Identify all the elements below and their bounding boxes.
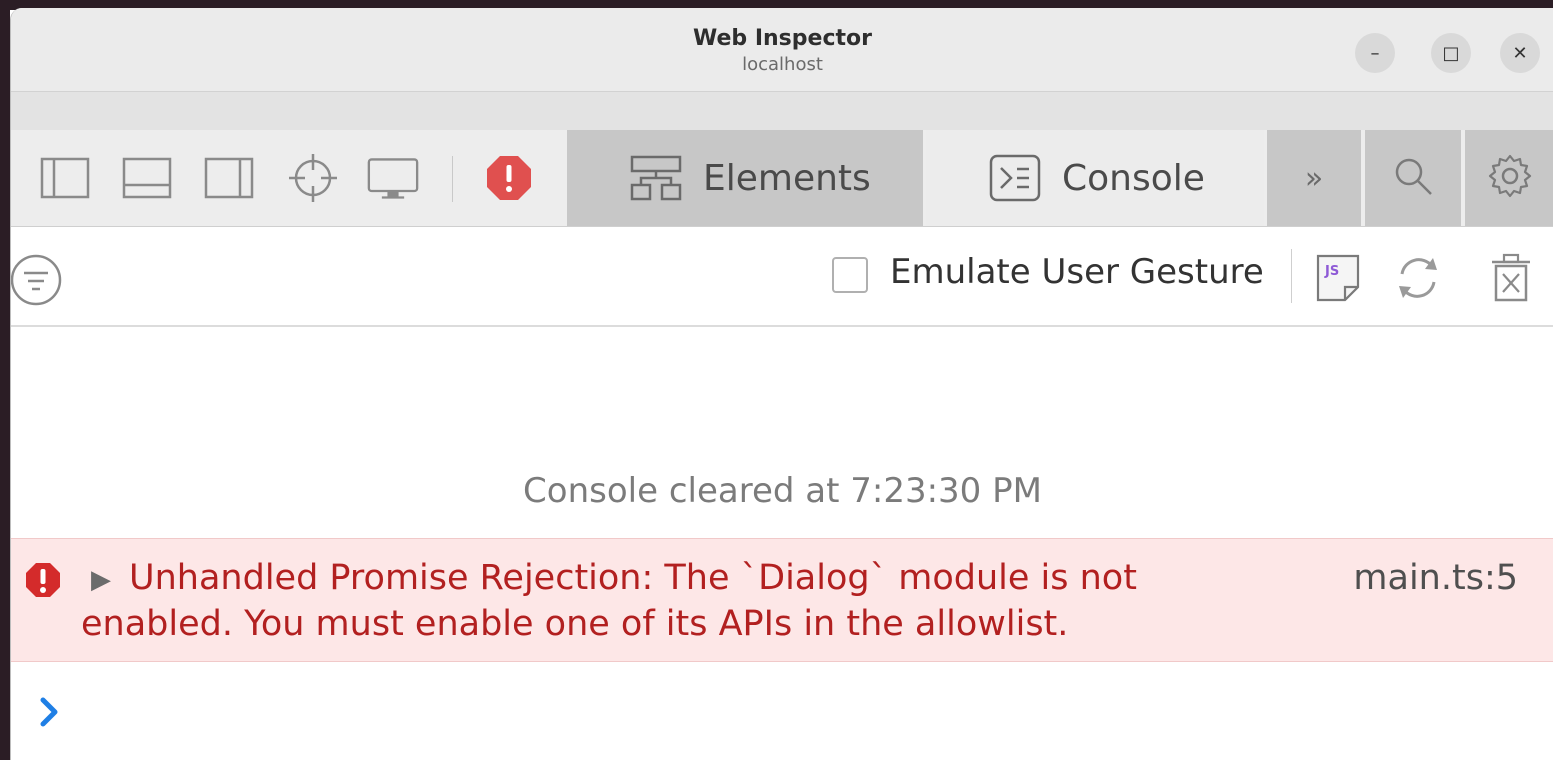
window-subtitle: localhost (742, 54, 823, 75)
tab-console-label: Console (1062, 157, 1205, 199)
error-source-link[interactable]: main.ts:5 (1353, 555, 1518, 601)
sidebar-left-icon[interactable] (39, 152, 91, 204)
search-icon (1391, 154, 1435, 202)
crosshair-icon[interactable] (287, 152, 339, 204)
console-cleared-message: Console cleared at 7:23:30 PM (523, 471, 1042, 511)
toolbar-divider (452, 156, 453, 202)
title-bar[interactable]: Web Inspector localhost – □ ✕ (11, 8, 1553, 92)
desktop-background-left (0, 0, 10, 760)
more-tabs-button[interactable]: » (1267, 130, 1361, 226)
window-title: Web Inspector (693, 26, 872, 51)
tab-console[interactable]: Console (926, 130, 1264, 226)
error-badge-icon[interactable] (483, 152, 535, 204)
console-toolbar-divider (1291, 249, 1292, 303)
emulate-user-gesture-label: Emulate User Gesture (890, 252, 1264, 292)
reload-icon[interactable] (1391, 251, 1445, 305)
elements-icon (629, 151, 683, 205)
settings-button[interactable] (1465, 130, 1553, 226)
maximize-button[interactable]: □ (1431, 33, 1471, 73)
error-icon (24, 561, 62, 599)
search-button[interactable] (1365, 130, 1461, 226)
gear-icon (1486, 152, 1534, 204)
tab-elements-label: Elements (703, 157, 871, 199)
dock-bottom-icon[interactable] (121, 152, 173, 204)
close-button[interactable]: ✕ (1500, 33, 1540, 73)
toolbar-strip (11, 92, 1553, 130)
svg-text:JS: JS (1324, 264, 1339, 279)
tab-elements[interactable]: Elements (567, 130, 923, 226)
console-error-message[interactable]: ▶ Unhandled Promise Rejection: The `Dial… (11, 538, 1553, 662)
device-icon[interactable] (367, 152, 419, 204)
trash-icon[interactable] (1484, 251, 1538, 305)
filter-icon[interactable] (11, 253, 63, 307)
emulate-user-gesture-checkbox[interactable] (832, 257, 868, 293)
inspector-tab-bar: Elements Console » (11, 130, 1553, 227)
console-prompt-icon[interactable] (35, 692, 65, 732)
js-snippet-icon[interactable]: JS (1311, 251, 1365, 305)
minimize-button[interactable]: – (1355, 33, 1395, 73)
dock-right-icon[interactable] (203, 152, 255, 204)
console-icon (988, 151, 1042, 205)
web-inspector-window: Web Inspector localhost – □ ✕ Elements C… (10, 8, 1553, 760)
error-text: Unhandled Promise Rejection: The `Dialog… (81, 558, 1137, 644)
console-toolbar: Emulate User Gesture JS (11, 227, 1553, 327)
